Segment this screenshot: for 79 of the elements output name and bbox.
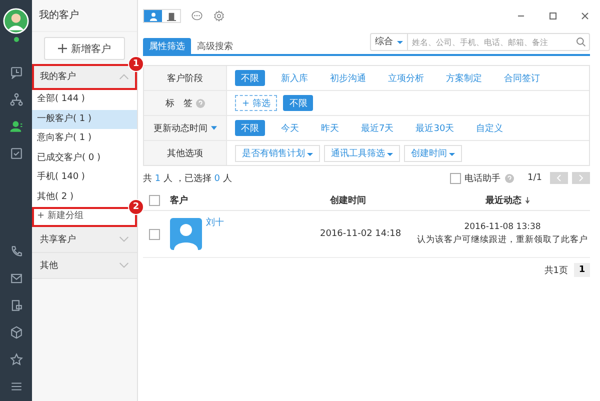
- latest-activity-time: 2016-11-08 13:38: [464, 222, 541, 232]
- filter-option[interactable]: 合同签订: [498, 70, 546, 86]
- filter-label: 其他选项: [144, 141, 227, 165]
- filter-option[interactable]: 立项分析: [382, 70, 430, 86]
- callout-badge: 1: [128, 56, 144, 72]
- table-cell-text: 2016-11-02 14:18: [320, 229, 402, 239]
- chat-icon[interactable]: [191, 10, 203, 22]
- person-icon: [148, 12, 158, 20]
- select-all-checkbox[interactable]: [149, 194, 160, 206]
- page-indicator: 1/1: [528, 173, 542, 183]
- latest-activity-text: 认为该客户可继续跟进，重新领取了此客户: [417, 234, 588, 246]
- menu-icon[interactable]: [10, 380, 22, 393]
- notes-icon[interactable]: [10, 299, 22, 312]
- filter-dropdown[interactable]: 通讯工具筛选: [324, 144, 400, 162]
- chevron-left-icon: [556, 174, 562, 182]
- group-item[interactable]: 全部( 144 ): [32, 90, 137, 110]
- history-icon[interactable]: [10, 66, 22, 79]
- column-header[interactable]: 客户: [170, 194, 330, 206]
- filter-option[interactable]: 新入库: [275, 70, 314, 86]
- filter-label: 更新动态时间: [144, 116, 227, 140]
- sidebar-title: 我的客户: [32, 0, 137, 32]
- group-item[interactable]: 意向客户( 1 ): [32, 129, 137, 148]
- avatar-icon[interactable]: [3, 8, 29, 34]
- chevron-icon: [119, 236, 129, 242]
- group-item[interactable]: 一般客户( 1 ): [32, 110, 137, 129]
- plus-icon: [58, 44, 67, 53]
- org-icon[interactable]: [10, 93, 22, 106]
- filter-option[interactable]: 初步沟通: [324, 70, 372, 86]
- sort-descending-icon[interactable]: [524, 196, 530, 204]
- building-icon: [166, 12, 176, 20]
- filter-label: 标 签: [144, 91, 227, 115]
- mail-icon[interactable]: [10, 272, 22, 285]
- chevron-icon: [119, 73, 129, 80]
- caret-icon[interactable]: [210, 126, 216, 130]
- filter-option[interactable]: 自定义: [470, 120, 510, 136]
- group-item[interactable]: 已成交客户( 0 ): [32, 148, 137, 168]
- filter-dropdown[interactable]: 创建时间: [404, 144, 462, 162]
- filter-option[interactable]: 今天: [275, 120, 305, 136]
- filter-option[interactable]: 昨天: [315, 120, 345, 136]
- column-header[interactable]: 创建时间: [330, 194, 425, 206]
- filter-label: 客户阶段: [144, 66, 227, 90]
- filter-dropdown[interactable]: 是否有销售计划: [235, 144, 320, 162]
- chevron-icon: [119, 262, 129, 268]
- customer-name-link[interactable]: 刘十: [206, 216, 320, 229]
- phone-helper-label: 电话助手: [464, 172, 501, 184]
- phone-icon[interactable]: [10, 245, 22, 258]
- search-icon[interactable]: [576, 37, 586, 47]
- page-count: 共1页: [544, 264, 568, 276]
- selection-summary: 共 1 人 ，已选择 0 人: [143, 172, 232, 184]
- phone-helper-checkbox[interactable]: [450, 172, 461, 184]
- filter-option[interactable]: 不限: [235, 120, 265, 136]
- search-field[interactable]: 综合 姓名、公司、手机、电话、邮箱、备注: [370, 33, 590, 51]
- filter-option[interactable]: 最近30天: [410, 120, 460, 136]
- filter-tab[interactable]: 高级搜索: [191, 38, 239, 54]
- cube-icon[interactable]: [10, 326, 22, 339]
- column-header[interactable]: 最近动态: [486, 194, 522, 206]
- group-header[interactable]: 共享客户: [32, 226, 137, 252]
- filter-tab[interactable]: 属性筛选: [143, 38, 191, 54]
- tasks-icon[interactable]: [10, 147, 22, 160]
- filter-option[interactable]: 最近7天: [355, 120, 400, 136]
- close-icon[interactable]: [580, 11, 590, 21]
- new-customer-button[interactable]: 新增客户: [44, 37, 125, 60]
- settings-icon[interactable]: [213, 10, 225, 22]
- filter-option[interactable]: 方案制定: [440, 70, 488, 86]
- group-header[interactable]: 其他: [32, 252, 137, 278]
- search-scope-dropdown[interactable]: 综合: [371, 34, 408, 50]
- callout-badge: 2: [128, 199, 144, 215]
- add-tag-button[interactable]: + 筛选: [235, 95, 278, 111]
- row-checkbox[interactable]: [149, 228, 160, 240]
- group-item[interactable]: 手机( 140 ): [32, 168, 137, 188]
- filter-option[interactable]: 不限: [235, 70, 265, 86]
- maximize-icon[interactable]: [548, 11, 558, 21]
- filter-option[interactable]: 不限: [283, 95, 314, 111]
- chevron-right-icon: [578, 174, 584, 182]
- avatar-icon: [170, 218, 202, 250]
- star-icon[interactable]: [10, 353, 22, 366]
- contacts-icon[interactable]: [10, 120, 22, 133]
- person-view-button[interactable]: [144, 10, 162, 22]
- page-button[interactable]: 1: [574, 263, 590, 277]
